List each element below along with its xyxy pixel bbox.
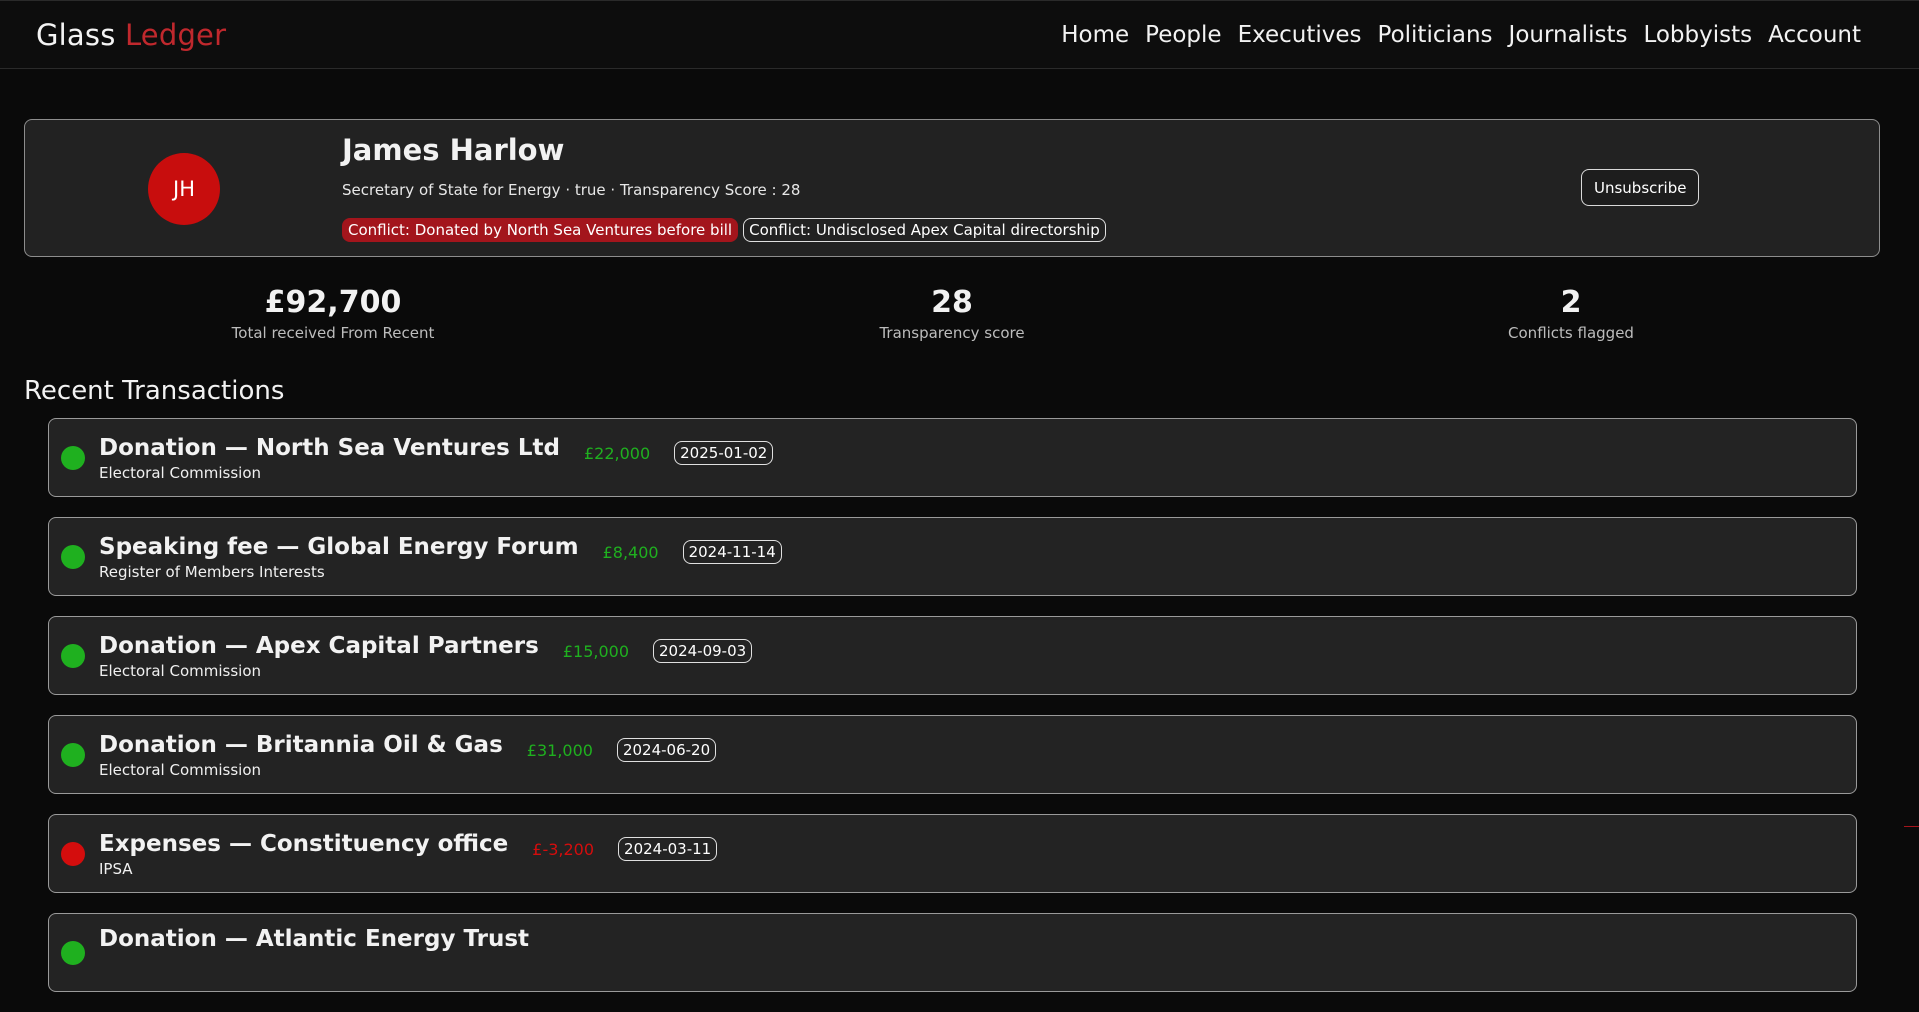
- transaction-date: 2024-11-14: [682, 540, 782, 564]
- transaction-row[interactable]: Donation — Apex Capital Partners £15,000…: [48, 616, 1857, 695]
- status-dot-icon: [61, 545, 85, 569]
- transaction-row[interactable]: Speaking fee — Global Energy Forum £8,40…: [48, 517, 1857, 596]
- unsubscribe-button[interactable]: Unsubscribe: [1581, 169, 1700, 206]
- nav-account[interactable]: Account: [1768, 22, 1861, 48]
- transaction-amount: £22,000: [583, 443, 651, 463]
- transaction-title: Donation — Apex Capital Partners: [99, 633, 539, 659]
- edge-marker: [1904, 826, 1919, 827]
- status-dot-icon: [61, 842, 85, 866]
- transaction-title: Donation — Britannia Oil & Gas: [99, 732, 503, 758]
- transaction-row[interactable]: Donation — Atlantic Energy Trust: [48, 913, 1857, 992]
- nav-journalists[interactable]: Journalists: [1509, 22, 1628, 48]
- status-dot-icon: [61, 446, 85, 470]
- conflict-tags: Conflict: Donated by North Sea Ventures …: [342, 218, 1106, 242]
- nav-lobbyists[interactable]: Lobbyists: [1643, 22, 1752, 48]
- stat-label: Conflicts flagged: [1508, 324, 1634, 342]
- brand-part-2: Ledger: [124, 17, 227, 52]
- transaction-amount: £8,400: [602, 542, 659, 562]
- profile-name: James Harlow: [342, 133, 565, 167]
- brand-part-1: Glass: [36, 17, 116, 52]
- transaction-amount: £31,000: [526, 740, 593, 760]
- stat-total-received: £92,700 Total received From Recent: [133, 285, 533, 342]
- stat-value: £92,700: [264, 285, 402, 320]
- transaction-amount: £15,000: [562, 641, 629, 661]
- avatar: JH: [148, 153, 220, 225]
- status-dot-icon: [61, 743, 85, 767]
- profile-subtitle: Secretary of State for Energy · true · T…: [342, 181, 801, 199]
- transaction-row[interactable]: Donation — North Sea Ventures Ltd £22,00…: [48, 418, 1857, 497]
- transaction-source: Register of Members Interests: [99, 563, 325, 581]
- main-nav: Home People Executives Politicians Journ…: [1061, 22, 1861, 48]
- nav-home[interactable]: Home: [1061, 22, 1129, 48]
- stat-label: Transparency score: [879, 324, 1025, 342]
- section-title: Recent Transactions: [24, 376, 285, 406]
- stat-value: 2: [1560, 285, 1582, 320]
- transaction-date: 2024-03-11: [618, 837, 718, 861]
- transaction-title: Speaking fee — Global Energy Forum: [99, 534, 579, 560]
- transaction-amount: £-3,200: [532, 839, 595, 859]
- transaction-row[interactable]: Donation — Britannia Oil & Gas £31,000 2…: [48, 715, 1857, 794]
- transaction-title: Expenses — Constituency office: [99, 831, 509, 857]
- nav-politicians[interactable]: Politicians: [1378, 22, 1493, 48]
- transaction-row[interactable]: Expenses — Constituency office £-3,200 2…: [48, 814, 1857, 893]
- stat-transparency: 28 Transparency score: [752, 285, 1152, 342]
- transaction-source: IPSA: [99, 860, 133, 878]
- brand-logo[interactable]: Glass Ledger: [36, 18, 226, 52]
- transactions-list: Donation — North Sea Ventures Ltd £22,00…: [48, 418, 1857, 1012]
- transaction-title: Donation — North Sea Ventures Ltd: [99, 435, 560, 461]
- transaction-date: 2024-09-03: [653, 639, 753, 663]
- conflict-tag: Conflict: Donated by North Sea Ventures …: [342, 218, 739, 242]
- conflict-tag: Conflict: Undisclosed Apex Capital direc…: [743, 218, 1106, 242]
- transaction-source: Electoral Commission: [99, 464, 261, 482]
- top-navbar: Glass Ledger Home People Executives Poli…: [0, 0, 1919, 69]
- transaction-title: Donation — Atlantic Energy Trust: [99, 926, 530, 952]
- transaction-date: 2024-06-20: [616, 738, 717, 762]
- transaction-source: Electoral Commission: [99, 662, 261, 680]
- nav-people[interactable]: People: [1145, 22, 1221, 48]
- status-dot-icon: [61, 644, 85, 668]
- transaction-date: 2025-01-02: [674, 441, 774, 465]
- transaction-source: Electoral Commission: [99, 761, 261, 779]
- stat-label: Total received From Recent: [231, 324, 435, 342]
- profile-card: JH James Harlow Secretary of State for E…: [24, 119, 1880, 257]
- status-dot-icon: [61, 941, 85, 965]
- stat-conflicts: 2 Conflicts flagged: [1371, 285, 1771, 342]
- nav-executives[interactable]: Executives: [1238, 22, 1362, 48]
- stat-value: 28: [931, 285, 973, 320]
